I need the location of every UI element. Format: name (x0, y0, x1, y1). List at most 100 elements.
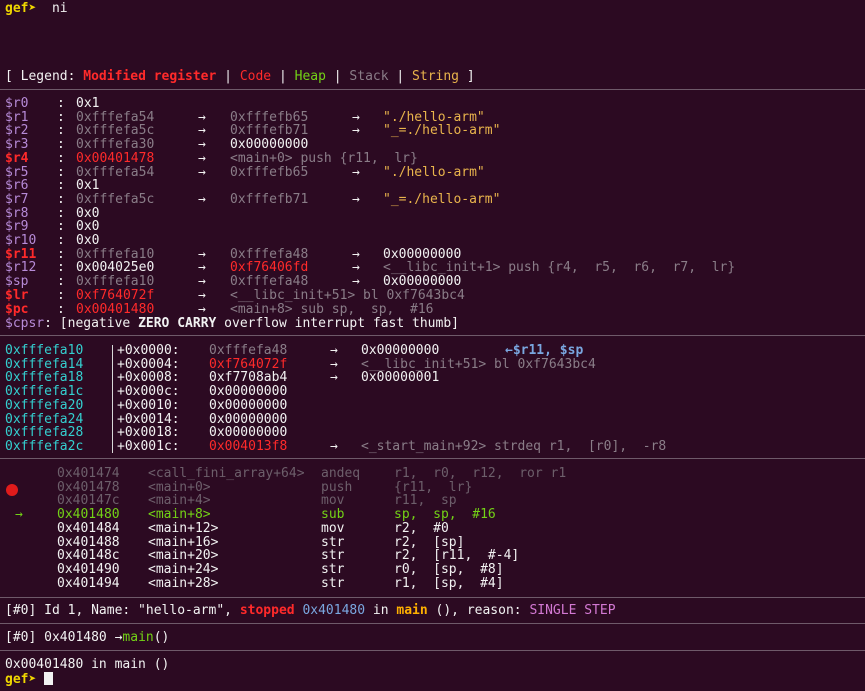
stack-offset: +0x0000: (117, 343, 180, 358)
register-value: 0x00401478 (76, 150, 155, 166)
register-string: "_=./hello-arm" (383, 191, 501, 207)
register-value: 0x0 (76, 205, 100, 221)
code-operands: r1, [sp, #4] (394, 575, 504, 591)
code-symbol: <main+8> (148, 507, 211, 523)
register-name: $r5 (5, 164, 37, 180)
stack-address: 0xfffefa20 (5, 397, 84, 413)
arrow-icon: → (198, 260, 206, 276)
code-operands: r2, #0 (394, 520, 449, 536)
gef-prompt: gef➤ (5, 672, 37, 687)
register-name: $r0 (5, 96, 37, 111)
register-deref: 0xfffefa48 (230, 274, 309, 290)
register-row: $r7 :0xfffefa5c → 0xfffefb71 → "_=./hello-ar… (5, 191, 501, 207)
legend-line: [ Legend: Modified register | Code | Hea… (5, 69, 475, 84)
register-string: "./hello-arm" (383, 109, 485, 125)
stack-deref: 0x00000000 (361, 343, 440, 358)
arrow-icon: → (352, 246, 360, 262)
register-row: $sp :0xfffefa10 → 0xfffefa48 → 0x00000000 (5, 274, 462, 290)
section-divider (0, 458, 865, 459)
register-name: $r3 (5, 137, 37, 153)
stack-address: 0xfffefa18 (5, 370, 84, 386)
text-cursor[interactable] (44, 672, 54, 685)
stack-value: 0xf7708ab4 (209, 370, 288, 386)
stack-offset: +0x0018: (117, 425, 180, 441)
code-symbol: <main+16> (148, 534, 219, 550)
code-opcode: str (321, 548, 345, 564)
current-instruction-arrow: → (15, 507, 23, 523)
arrow-icon: → (352, 164, 360, 180)
stack-value: 0x00000000 (209, 384, 288, 400)
thread-address: 0x401480 (302, 603, 366, 618)
code-symbol: <main+12> (148, 520, 219, 536)
register-value: 0x1 (76, 178, 100, 194)
register-row: $r9 :0x0 (5, 219, 100, 235)
arrow-icon: → (198, 274, 206, 290)
code-opcode: sub (321, 507, 345, 523)
register-name: $r12 (5, 260, 37, 276)
register-name: $r1 (5, 109, 37, 125)
thread-function: main (396, 603, 428, 618)
terminal-window[interactable]: gef➤ ni [ Legend: Modified register | Co… (0, 0, 865, 691)
arrow-icon: → (330, 356, 338, 372)
code-row: 0x401474 <call_fini_array+64> andeq r1, r0,… (0, 467, 865, 481)
register-value: 0x0 (76, 233, 100, 248)
stack-deref: <__libc_init+51> bl 0xf7643bc4 (361, 356, 596, 372)
code-address: 0x401474 (57, 466, 120, 481)
code-row: 0x401490 <main+24> str r0, [sp, #8] (0, 563, 865, 577)
legend-modified: Modified register (83, 69, 217, 84)
stack-address: 0xfffefa14 (5, 356, 84, 372)
register-name: $sp (5, 274, 37, 290)
code-symbol: <main+0> (148, 479, 211, 495)
register-name: $lr (5, 287, 37, 303)
stack-value: 0x00000000 (209, 411, 288, 427)
arrow-icon: → (198, 191, 206, 207)
register-value: 0xfffefa10 (76, 274, 155, 290)
code-opcode: str (321, 561, 345, 577)
section-divider (0, 597, 865, 598)
stack-address: 0xfffefa2c (5, 438, 84, 454)
register-value: 0xfffefa5c (76, 191, 155, 207)
arrow-icon: → (330, 343, 338, 358)
register-name: $r11 (5, 246, 37, 262)
trace-line: [#0] 0x401480 →main() (5, 630, 170, 645)
register-row: $r4 :0x00401478 → <main+0> push {r11, lr} (5, 150, 418, 166)
stack-note: ←$r11, $sp (505, 343, 584, 358)
stack-row: 0xfffefa2c +0x001c: 0x004013f8 → <_start_mai… (0, 440, 865, 454)
code-opcode: str (321, 534, 345, 550)
register-row: $r8 :0x0 (5, 205, 100, 221)
code-operands: sp, sp, #16 (394, 507, 496, 523)
register-deref: 0xfffefb71 (230, 191, 309, 207)
arrow-icon: → (198, 123, 206, 139)
code-symbol: <call_fini_array+64> (148, 466, 305, 481)
cpsr-name: $cpsr (5, 316, 45, 331)
stack-value: 0x00000000 (209, 397, 288, 413)
register-row: $lr :0xf764072f → <__libc_init+51> bl 0xf7… (5, 287, 465, 303)
section-divider (0, 89, 865, 90)
input-line[interactable]: gef➤ (5, 672, 54, 687)
code-address: 0x401488 (57, 534, 120, 550)
stack-offset: +0x0008: (117, 370, 180, 386)
code-address: 0x401478 (57, 479, 120, 495)
stack-deref: <_start_main+92> strdeq r1, [r0], -r8 (361, 438, 667, 454)
register-name: $r8 (5, 205, 37, 221)
arrow-icon: → (352, 123, 360, 139)
register-deref: <main+8> sub sp, sp, #16 (230, 301, 434, 317)
register-deref: 0xfffefb65 (230, 109, 309, 125)
code-symbol: <main+4> (148, 493, 211, 509)
register-value: 0x00401480 (76, 301, 155, 317)
code-row: 0x401484 <main+12> mov r2, #0 (0, 522, 865, 536)
arrow-icon: → (198, 109, 206, 125)
arrow-icon: → (198, 246, 206, 262)
code-opcode: mov (321, 520, 345, 536)
legend-code: Code (239, 69, 272, 84)
register-name: $r6 (5, 178, 37, 194)
register-deref: 0xfffefb71 (230, 123, 309, 139)
arrow-icon: → (330, 370, 338, 386)
register-row: $r5 :0xfffefa54 → 0xfffefb65 → "./hello-arm" (5, 164, 485, 180)
legend-heap: Heap (294, 69, 326, 84)
register-name: $r9 (5, 219, 37, 235)
stack-value: 0xf764072f (209, 356, 288, 372)
stack-value: 0xfffefa48 (209, 343, 288, 358)
location-line: 0x00401480 in main () (5, 657, 170, 672)
code-opcode: mov (321, 493, 345, 509)
